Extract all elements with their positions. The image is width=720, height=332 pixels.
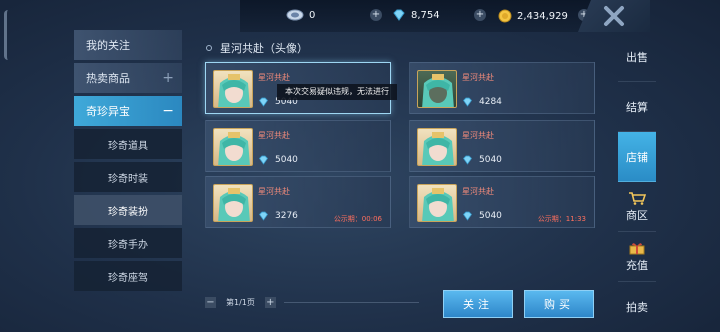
collapse-icon: − bbox=[162, 103, 174, 119]
price-value: 5040 bbox=[479, 155, 502, 165]
avatar-thumbnail bbox=[417, 184, 457, 222]
item-card[interactable]: 星河共赴 3276 公示期：00:06 bbox=[205, 176, 391, 228]
sidebar-item-hot[interactable]: 热卖商品 + bbox=[74, 63, 182, 93]
diamond-icon bbox=[259, 211, 268, 221]
diamond-icon bbox=[259, 155, 268, 165]
right-tabs: 出售 结算 店铺 商区 充值 拍卖 bbox=[618, 32, 656, 332]
avatar-thumbnail bbox=[213, 128, 253, 166]
tab-label: 拍卖 bbox=[626, 301, 648, 314]
add-diamond-button[interactable]: + bbox=[474, 9, 486, 21]
tab-mall[interactable]: 商区 bbox=[618, 182, 656, 232]
item-name: 星河共赴 bbox=[462, 187, 494, 196]
item-card[interactable]: 星河共赴 5040 bbox=[409, 120, 595, 172]
gold-currency: 2,434,929 bbox=[498, 9, 568, 23]
diamond-icon bbox=[463, 155, 472, 165]
item-card[interactable]: 星河共赴 4284 bbox=[409, 62, 595, 114]
item-price: 5040 bbox=[258, 155, 298, 165]
page-indicator: 第1/1页 bbox=[226, 298, 255, 307]
coupon-amount: 0 bbox=[309, 9, 316, 21]
item-name: 星河共赴 bbox=[258, 73, 290, 82]
avatar-thumbnail bbox=[213, 184, 253, 222]
close-icon bbox=[604, 6, 624, 26]
subitem-mounts[interactable]: 珍奇座驾 bbox=[74, 261, 182, 291]
sidebar-item-treasure[interactable]: 奇珍异宝 − bbox=[74, 96, 182, 126]
coupon-currency: 0 bbox=[286, 9, 315, 21]
subitem-decor[interactable]: 珍奇装扮 bbox=[74, 195, 182, 225]
tab-label: 商区 bbox=[626, 208, 648, 222]
sidebar-item-label: 热卖商品 bbox=[86, 72, 130, 85]
diamond-amount: 8,754 bbox=[411, 9, 440, 21]
item-price: 5040 bbox=[462, 211, 502, 221]
diamond-currency: 8,754 bbox=[392, 9, 440, 21]
expand-icon: + bbox=[162, 70, 174, 86]
item-price: 5040 bbox=[462, 155, 502, 165]
pagination: − 第1/1页 + bbox=[205, 297, 419, 308]
price-value: 4284 bbox=[479, 97, 502, 107]
category-sidebar: 我的关注 热卖商品 + 奇珍异宝 − 珍奇道具 珍奇时装 珍奇装扮 珍奇手办 珍… bbox=[74, 30, 182, 294]
divider bbox=[283, 302, 419, 303]
tab-settle[interactable]: 结算 bbox=[618, 82, 656, 132]
diamond-icon bbox=[393, 9, 405, 21]
sidebar-item-label: 奇珍异宝 bbox=[86, 105, 130, 118]
next-page-button[interactable]: + bbox=[264, 297, 276, 308]
avatar-thumbnail bbox=[213, 70, 253, 108]
item-name: 星河共赴 bbox=[462, 73, 494, 82]
item-card[interactable]: 星河共赴 5040 公示期：11:33 bbox=[409, 176, 595, 228]
gift-icon bbox=[629, 242, 645, 254]
item-price: 3276 bbox=[258, 211, 298, 221]
price-value: 5040 bbox=[479, 211, 502, 221]
add-coupon-button[interactable]: + bbox=[370, 9, 382, 21]
item-name: 星河共赴 bbox=[258, 131, 290, 140]
item-name: 星河共赴 bbox=[462, 131, 494, 140]
sidebar-item-my-follow[interactable]: 我的关注 bbox=[74, 30, 182, 60]
avatar-thumbnail bbox=[417, 70, 457, 108]
frame-edge bbox=[4, 10, 12, 60]
follow-button[interactable]: 关注 bbox=[443, 290, 513, 318]
subitem-fashion[interactable]: 珍奇时装 bbox=[74, 162, 182, 192]
coupon-icon bbox=[286, 9, 304, 21]
avatar-thumbnail bbox=[417, 128, 457, 166]
diamond-icon bbox=[463, 211, 472, 221]
diamond-icon bbox=[259, 97, 268, 107]
item-price: 4284 bbox=[462, 97, 502, 107]
diamond-icon bbox=[463, 97, 472, 107]
announce-timer: 公示期：11:33 bbox=[537, 215, 586, 223]
gold-amount: 2,434,929 bbox=[517, 10, 568, 22]
tab-recharge[interactable]: 充值 bbox=[618, 232, 656, 282]
tab-shop[interactable]: 店铺 bbox=[618, 132, 656, 182]
tab-label: 店铺 bbox=[626, 150, 648, 164]
tab-label: 结算 bbox=[626, 100, 648, 114]
tab-sell[interactable]: 出售 bbox=[618, 32, 656, 82]
subitem-props[interactable]: 珍奇道具 bbox=[74, 129, 182, 159]
subitem-figures[interactable]: 珍奇手办 bbox=[74, 228, 182, 258]
violation-tooltip: 本次交易疑似违规，无法进行 bbox=[277, 84, 397, 100]
section-title-text: 星河共赴（头像） bbox=[220, 42, 308, 55]
item-name: 星河共赴 bbox=[258, 187, 290, 196]
tab-label: 出售 bbox=[626, 50, 648, 64]
gold-coin-icon bbox=[498, 9, 512, 23]
price-value: 3276 bbox=[275, 211, 298, 221]
cart-icon bbox=[629, 191, 646, 205]
price-value: 5040 bbox=[275, 155, 298, 165]
sidebar-item-label: 我的关注 bbox=[86, 39, 130, 52]
tab-auction[interactable]: 拍卖 bbox=[618, 282, 656, 332]
item-card[interactable]: 星河共赴 5040 bbox=[205, 120, 391, 172]
announce-timer: 公示期：00:06 bbox=[333, 215, 382, 223]
prev-page-button[interactable]: − bbox=[205, 297, 216, 308]
section-title: 星河共赴（头像） bbox=[206, 40, 308, 56]
bullet-icon bbox=[206, 45, 212, 51]
buy-button[interactable]: 购买 bbox=[524, 290, 594, 318]
tab-label: 充值 bbox=[626, 258, 648, 272]
